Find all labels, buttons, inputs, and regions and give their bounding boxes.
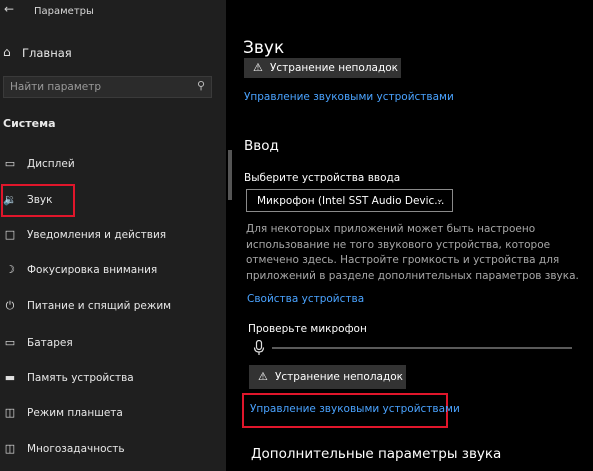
search-icon[interactable]: ⚲ — [197, 79, 205, 92]
sidebar-item-battery[interactable]: ▭ Батарея — [0, 331, 226, 357]
manage-devices-link[interactable]: Управление звуковыми устройствами — [250, 403, 460, 415]
search-input[interactable]: Найти параметр ⚲ — [3, 76, 212, 98]
search-placeholder: Найти параметр — [10, 81, 101, 93]
sidebar-item-label: Многозадачность — [27, 443, 125, 455]
multitask-icon: ◫ — [4, 442, 16, 455]
sidebar-item-label: Батарея — [27, 337, 73, 349]
moon-icon: ☽ — [5, 263, 15, 276]
home-label: Главная — [22, 46, 72, 60]
title-bar: ← Параметры — [0, 0, 226, 24]
microphone-icon — [253, 340, 265, 355]
sidebar-item-display[interactable]: ▭ Дисплей — [0, 152, 226, 178]
test-mic-label: Проверьте микрофон — [248, 323, 367, 335]
power-icon: ⏻ — [5, 299, 15, 312]
device-properties-link[interactable]: Свойства устройства — [247, 293, 364, 305]
sidebar-item-focus[interactable]: ☽ Фокусировка внимания — [0, 258, 226, 284]
sidebar-item-notifications[interactable]: □ Уведомления и действия — [0, 223, 226, 249]
troubleshoot-label: Устранение неполадок — [275, 371, 403, 383]
storage-icon: ▬ — [4, 371, 16, 384]
sidebar-item-power[interactable]: ⏻ Питание и спящий режим — [0, 294, 226, 320]
battery-icon: ▭ — [4, 336, 16, 349]
section-title: Система — [3, 117, 56, 130]
mic-level-bar — [272, 347, 572, 349]
warning-icon: ⚠ — [258, 370, 268, 383]
sidebar-item-label: Фокусировка внимания — [27, 264, 158, 276]
main-content: Звук ⚠ Устранение неполадок Управление з… — [232, 0, 593, 471]
manage-devices-link-top[interactable]: Управление звуковыми устройствами — [244, 91, 454, 103]
troubleshoot-button[interactable]: ⚠ Устранение неполадок — [249, 365, 406, 389]
advanced-heading: Дополнительные параметры звука — [251, 446, 502, 462]
page-title: Звук — [243, 38, 285, 58]
sidebar-item-sound[interactable]: 🔉 Звук — [0, 184, 226, 217]
app-title: Параметры — [34, 6, 94, 17]
sidebar-item-multitasking[interactable]: ◫ Многозадачность — [0, 437, 226, 463]
speaker-icon: 🔉 — [3, 193, 17, 206]
chevron-down-icon: ⌄ — [435, 194, 444, 205]
tablet-icon: ◫ — [4, 406, 16, 419]
sidebar-item-label: Дисплей — [27, 158, 75, 170]
sidebar-item-label: Звук — [27, 194, 53, 206]
notification-icon: □ — [4, 228, 16, 241]
troubleshoot-button-top[interactable]: ⚠ Устранение неполадок — [244, 58, 401, 78]
home-icon: ⌂ — [3, 45, 11, 59]
sidebar-item-tablet[interactable]: ◫ Режим планшета — [0, 401, 226, 427]
sidebar-item-label: Режим планшета — [27, 407, 123, 419]
sidebar-item-storage[interactable]: ▬ Память устройства — [0, 366, 226, 392]
back-arrow-icon[interactable]: ← — [4, 2, 14, 16]
input-device-label: Выберите устройства ввода — [244, 172, 401, 184]
input-device-value: Микрофон (Intel SST Audio Devic... — [257, 195, 445, 207]
input-device-select[interactable]: Микрофон (Intel SST Audio Devic... ⌄ — [246, 189, 453, 212]
sidebar-item-label: Уведомления и действия — [27, 229, 167, 241]
sidebar-item-label: Питание и спящий режим — [27, 300, 172, 312]
description-text: Для некоторых приложений может быть наст… — [246, 223, 579, 282]
sidebar: ← Параметры ⌂ Главная Найти параметр ⚲ С… — [0, 0, 226, 471]
input-heading: Ввод — [244, 138, 279, 154]
sidebar-item-label: Память устройства — [27, 372, 134, 384]
warning-icon: ⚠ — [253, 61, 263, 74]
monitor-icon: ▭ — [4, 157, 16, 170]
troubleshoot-label: Устранение неполадок — [270, 62, 398, 74]
sidebar-home[interactable]: ⌂ Главная — [0, 44, 226, 64]
